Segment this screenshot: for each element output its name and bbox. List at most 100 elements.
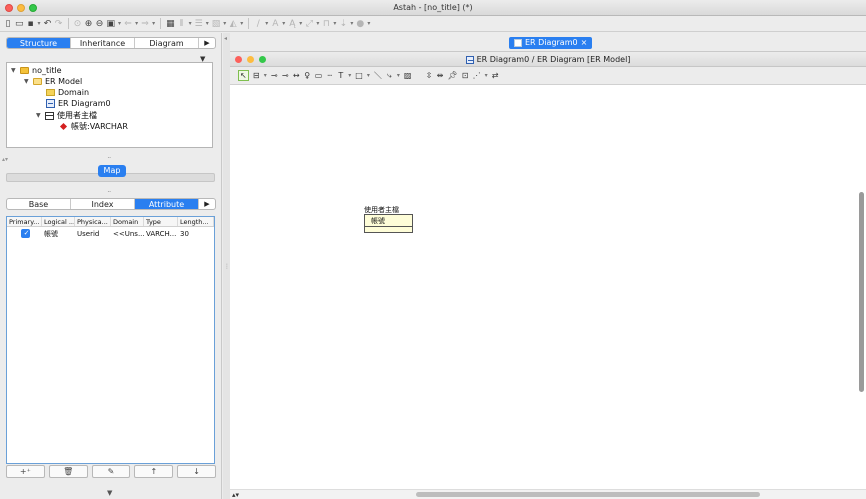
table-row[interactable]: ✓ 帳號 Userid <<Uns... VARCH... 30 <box>7 227 214 240</box>
type-cell[interactable]: VARCH... <box>144 230 178 238</box>
splitter-grip-icon[interactable]: ⠒ <box>107 155 111 162</box>
relationship-tool-icon[interactable]: ⊸ <box>271 71 278 80</box>
model-folder-icon <box>33 78 42 85</box>
tab-index[interactable]: Index <box>71 199 135 209</box>
splitter-grip-icon[interactable]: ⠒ <box>107 189 111 196</box>
layer-icon[interactable]: ▧ <box>212 18 221 30</box>
property-tabs: Base Index Attribute ▶ <box>6 198 216 210</box>
move-up-icon[interactable]: ↑ <box>134 465 174 478</box>
tree-item-attribute[interactable]: 帳號:VARCHAR <box>59 121 128 132</box>
fill-color-icon[interactable]: ◭ <box>229 18 237 30</box>
distribute-icon[interactable]: ☰ <box>195 18 203 30</box>
select-tool-icon[interactable]: ↖ <box>238 70 249 81</box>
zoom-in-icon[interactable]: ⊕ <box>85 18 93 30</box>
pin-icon[interactable]: 📌︎ <box>447 71 457 80</box>
expand-triangle-icon[interactable]: ▼ <box>11 67 17 74</box>
attribute-table-header: Primary... Logical ... Physica... Domain… <box>7 217 214 227</box>
physical-name-cell[interactable]: Userid <box>75 230 111 238</box>
many-to-many-tool-icon[interactable]: ↔ <box>293 71 300 80</box>
arrange-icon[interactable]: ⇣ <box>339 18 348 30</box>
window-title: Astah - [no_title] (*) <box>393 3 473 12</box>
delete-attribute-icon[interactable]: 🗑︎ <box>48 465 88 478</box>
center-icon[interactable]: ⊡ <box>462 71 469 80</box>
move-down-icon[interactable]: ↓ <box>177 465 216 478</box>
image-tool-icon[interactable]: ▨ <box>404 71 412 80</box>
non-identifying-tool-icon[interactable]: ⊸ <box>282 71 289 80</box>
stereotype-icon[interactable]: ● <box>356 18 364 30</box>
tree-item-label: 使用者主檔 <box>57 111 97 120</box>
line-type-icon[interactable]: ⊓ <box>322 18 330 30</box>
tabs-more-icon[interactable]: ▶ <box>199 38 215 48</box>
column-header[interactable]: Primary... <box>7 217 42 226</box>
vertical-space-icon[interactable]: ⇳ <box>425 71 433 80</box>
attribute-table: Primary... Logical ... Physica... Domain… <box>6 216 215 464</box>
tab-inheritance[interactable]: Inheritance <box>71 38 135 48</box>
column-header[interactable]: Type <box>144 217 178 226</box>
new-file-icon[interactable]: ▯ <box>4 18 12 30</box>
map-button[interactable]: Map <box>98 165 126 177</box>
font-size-icon[interactable]: Ą <box>288 18 296 30</box>
align-icon[interactable]: ⫴ <box>178 18 186 30</box>
zoom-control-icon[interactable]: ▴▾ <box>232 491 239 499</box>
tree-item-project[interactable]: ▼ no_title <box>11 66 62 75</box>
layout-icon[interactable]: ⋰ <box>473 71 481 80</box>
open-file-icon[interactable]: ▭ <box>15 18 24 30</box>
entity-attribute[interactable]: 帳號 <box>365 215 412 227</box>
line-color-icon[interactable]: ∕ <box>254 18 262 30</box>
note-anchor-tool-icon[interactable]: ┄ <box>326 71 333 80</box>
tab-structure[interactable]: Structure <box>7 38 71 48</box>
subtype-tool-icon[interactable]: ♀ <box>304 71 311 80</box>
column-header[interactable]: Length... <box>178 217 214 226</box>
entity-tool-icon[interactable]: ⊟ <box>253 71 260 80</box>
note-tool-icon[interactable]: ▭ <box>315 71 323 80</box>
doc-tab-label: ER Diagram0 <box>525 38 578 47</box>
save-icon[interactable]: ▪ <box>27 18 35 30</box>
tab-base[interactable]: Base <box>7 199 71 209</box>
column-header[interactable]: Logical ... <box>42 217 75 226</box>
horizontal-space-icon[interactable]: ⇹ <box>436 71 444 80</box>
diagram-canvas[interactable]: 使用者主檔 帳號 <box>230 85 858 489</box>
text-tool-icon[interactable]: T <box>337 71 344 80</box>
zoom-out-icon[interactable]: ⊖ <box>96 18 104 30</box>
tabs-more-icon[interactable]: ▶ <box>199 199 215 209</box>
expand-triangle-icon[interactable]: ▼ <box>24 78 30 85</box>
back-icon[interactable]: ⇐ <box>124 18 132 30</box>
panel-divider[interactable]: ◂ ⋮ <box>223 33 230 499</box>
undo-icon[interactable]: ↶ <box>44 18 52 30</box>
tab-er-diagram0[interactable]: ER Diagram0 × <box>509 37 593 49</box>
close-tab-icon[interactable]: × <box>581 37 588 49</box>
length-cell[interactable]: 30 <box>178 230 214 238</box>
primary-key-checkbox[interactable]: ✓ <box>21 229 30 238</box>
freehand-tool-icon[interactable]: ⤷ <box>386 71 393 81</box>
collapse-arrows-icon[interactable]: ▴▾ <box>2 156 8 163</box>
tab-diagram[interactable]: Diagram <box>135 38 199 48</box>
add-attribute-icon[interactable]: +⁺ <box>6 465 45 478</box>
column-header[interactable]: Domain <box>111 217 144 226</box>
line-tool-icon[interactable]: ＼ <box>374 70 382 81</box>
line-style-icon[interactable]: ⤢ <box>305 18 313 30</box>
swap-icon[interactable]: ⇄ <box>492 71 499 80</box>
forward-icon[interactable]: ⇒ <box>141 18 149 30</box>
entity-box[interactable]: 帳號 <box>364 214 413 233</box>
expand-triangle-icon[interactable]: ▼ <box>36 112 42 119</box>
redo-icon[interactable]: ↷ <box>55 18 63 30</box>
logical-name-cell[interactable]: 帳號 <box>42 229 75 239</box>
font-color-icon[interactable]: A <box>271 18 279 30</box>
tab-attribute[interactable]: Attribute <box>135 199 199 209</box>
panel-collapse-icon[interactable]: ▼ <box>107 489 112 497</box>
fit-window-icon[interactable]: ▣ <box>107 18 116 30</box>
tree-item-er-model[interactable]: ▼ ER Model <box>24 77 82 86</box>
horizontal-scroll-track: ▴▾ <box>230 489 866 499</box>
grid-icon[interactable]: ▦ <box>166 18 175 30</box>
column-header[interactable]: Physica... <box>75 217 111 226</box>
horizontal-scrollbar[interactable] <box>416 492 760 497</box>
vertical-scrollbar[interactable] <box>859 192 864 392</box>
tree-item-er-diagram[interactable]: ER Diagram0 <box>46 99 111 108</box>
tree-item-entity[interactable]: ▼ 使用者主檔 <box>36 110 97 121</box>
document-tabbar: ER Diagram0 × <box>230 33 866 52</box>
rectangle-tool-icon[interactable]: □ <box>355 71 363 80</box>
zoom-icon[interactable]: ⊙ <box>74 18 82 30</box>
edit-attribute-icon[interactable]: ✎ <box>91 465 131 478</box>
tree-item-domain[interactable]: Domain <box>46 88 89 97</box>
domain-cell[interactable]: <<Uns... <box>111 230 144 238</box>
